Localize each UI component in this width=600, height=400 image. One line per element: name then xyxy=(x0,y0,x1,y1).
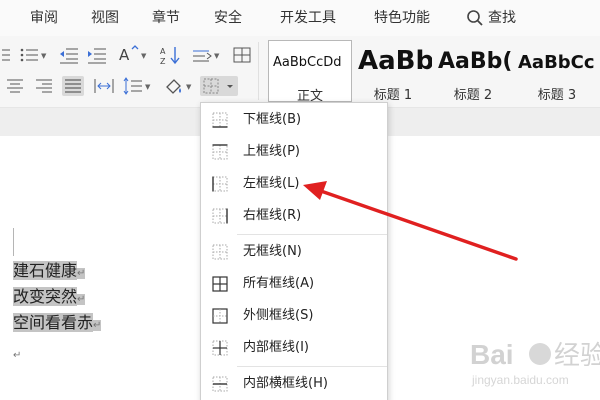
document-line-1-text: 建石健康 xyxy=(13,261,78,280)
menu-separator xyxy=(237,234,387,235)
svg-text:Bai: Bai xyxy=(470,339,514,370)
svg-text:经验: 经验 xyxy=(554,340,600,370)
top-border-icon xyxy=(212,144,228,160)
ribbon-separator xyxy=(258,42,259,100)
distributed-align-icon[interactable] xyxy=(93,76,115,96)
menu-item-label: 内部框线(I) xyxy=(243,340,309,355)
align-right-icon[interactable] xyxy=(33,76,55,96)
justify-icon[interactable] xyxy=(62,76,84,96)
change-case-icon[interactable]: A xyxy=(118,44,140,64)
align-center-icon[interactable] xyxy=(4,76,26,96)
svg-text:Z: Z xyxy=(160,57,166,65)
left-border-icon xyxy=(212,176,228,192)
document-line-2[interactable]: 改变突然↵ xyxy=(13,286,86,311)
text-direction-dropdown-icon[interactable]: ▼ xyxy=(214,52,219,60)
shading-dropdown-icon[interactable]: ▼ xyxy=(186,83,191,91)
search-icon[interactable] xyxy=(466,9,484,27)
menu-item-label: 内部横框线(H) xyxy=(243,376,328,391)
style-heading-1-sample: AaBb xyxy=(358,46,432,76)
menu-item-label: 所有框线(A) xyxy=(243,276,315,291)
bottom-border-icon xyxy=(212,112,228,128)
menu-item-label: 无框线(N) xyxy=(243,244,302,259)
line-spacing-icon[interactable] xyxy=(122,76,144,96)
menu-security[interactable]: 安全 xyxy=(214,9,242,27)
style-heading-3[interactable]: AaBbCc 标题 3 xyxy=(514,40,600,102)
menu-review[interactable]: 审阅 xyxy=(30,9,58,27)
menu-item-label: 左框线(L) xyxy=(243,176,300,191)
menu-item-no-border[interactable]: 无框线(N) xyxy=(201,237,387,267)
style-heading-3-sample: AaBbCc xyxy=(518,52,595,73)
decrease-indent-icon[interactable] xyxy=(58,45,80,65)
menu-section[interactable]: 章节 xyxy=(152,9,180,27)
document-line-2-text: 改变突然 xyxy=(13,287,78,306)
document-line-3-text: 空间看看赤 xyxy=(13,313,94,332)
menu-item-inside-borders[interactable]: 内部框线(I) xyxy=(201,333,387,363)
right-border-icon xyxy=(212,208,228,224)
inside-borders-icon xyxy=(212,340,228,356)
bullet-list-icon[interactable] xyxy=(18,45,40,65)
document-empty-line[interactable]: ↵ xyxy=(13,342,21,367)
menu-item-bottom-border[interactable]: 下框线(B) xyxy=(201,105,387,135)
style-heading-1[interactable]: AaBb 标题 1 xyxy=(354,40,432,102)
menu-item-label: 外侧框线(S) xyxy=(243,308,314,323)
menu-bar: 审阅 视图 章节 安全 开发工具 特色功能 查找 xyxy=(0,0,600,36)
text-direction-icon[interactable] xyxy=(191,45,213,65)
bullet-list-dropdown-icon[interactable]: ▼ xyxy=(41,52,46,60)
style-normal-label: 正文 xyxy=(296,89,323,102)
paragraph-mark: ↵ xyxy=(77,268,86,279)
increase-indent-icon[interactable] xyxy=(86,45,108,65)
all-borders-icon xyxy=(212,276,228,292)
menu-item-label: 上框线(P) xyxy=(243,144,300,159)
text-cursor-marker xyxy=(13,228,14,256)
paragraph-mark: ↵ xyxy=(13,350,22,361)
ribbon: ▼ A ▼ AZ ▼ ▼ ▼ AaBbCcDd 正文 AaBb 标题 1 AaB… xyxy=(0,36,600,108)
baidu-watermark: Bai 经验 jingyan.baidu.com xyxy=(470,339,600,387)
style-heading-2-sample: AaBb( xyxy=(438,49,512,74)
document-line-3[interactable]: 空间看看赤↵ xyxy=(13,312,102,337)
menu-item-inside-horizontal-border[interactable]: 内部横框线(H) xyxy=(201,369,387,399)
menu-view[interactable]: 视图 xyxy=(91,9,119,27)
menu-item-all-borders[interactable]: 所有框线(A) xyxy=(201,269,387,299)
sort-icon[interactable]: AZ xyxy=(160,45,182,65)
svg-text:A: A xyxy=(160,47,166,56)
style-normal[interactable]: AaBbCcDd 正文 xyxy=(268,40,352,102)
menu-search[interactable]: 查找 xyxy=(488,9,516,27)
menu-item-outside-borders[interactable]: 外侧框线(S) xyxy=(201,301,387,331)
menu-special-features[interactable]: 特色功能 xyxy=(374,9,430,27)
menu-item-right-border[interactable]: 右框线(R) xyxy=(201,201,387,231)
borders-button[interactable] xyxy=(200,76,238,96)
shading-icon[interactable] xyxy=(163,76,185,96)
outside-borders-icon xyxy=(212,308,228,324)
document-line-1[interactable]: 建石健康↵ xyxy=(13,260,86,285)
style-heading-3-label: 标题 3 xyxy=(537,88,577,102)
paragraph-mark: ↵ xyxy=(77,294,86,305)
menu-separator xyxy=(237,366,387,367)
no-border-icon xyxy=(212,244,228,260)
menu-item-top-border[interactable]: 上框线(P) xyxy=(201,137,387,167)
style-heading-1-label: 标题 1 xyxy=(373,88,413,102)
line-spacing-dropdown-icon[interactable]: ▼ xyxy=(145,83,150,91)
style-heading-2[interactable]: AaBb( 标题 2 xyxy=(434,40,512,102)
menu-item-label: 下框线(B) xyxy=(243,112,302,127)
menu-developer-tools[interactable]: 开发工具 xyxy=(280,9,336,27)
inside-horizontal-border-icon xyxy=(212,376,228,392)
svg-text:A: A xyxy=(119,46,130,64)
menu-item-label: 右框线(R) xyxy=(243,208,302,223)
style-heading-2-label: 标题 2 xyxy=(453,88,493,102)
borders-dropdown-menu: 下框线(B) 上框线(P) 左框线(L) 右框线(R) 无框线(N) 所有框线(… xyxy=(200,102,388,400)
svg-text:jingyan.baidu.com: jingyan.baidu.com xyxy=(471,373,569,387)
menu-item-left-border[interactable]: 左框线(L) xyxy=(201,169,387,199)
change-case-dropdown-icon[interactable]: ▼ xyxy=(141,52,146,60)
paragraph-mark: ↵ xyxy=(93,320,102,331)
style-normal-sample: AaBbCcDd xyxy=(273,55,342,70)
table-grid-icon[interactable] xyxy=(231,45,253,65)
